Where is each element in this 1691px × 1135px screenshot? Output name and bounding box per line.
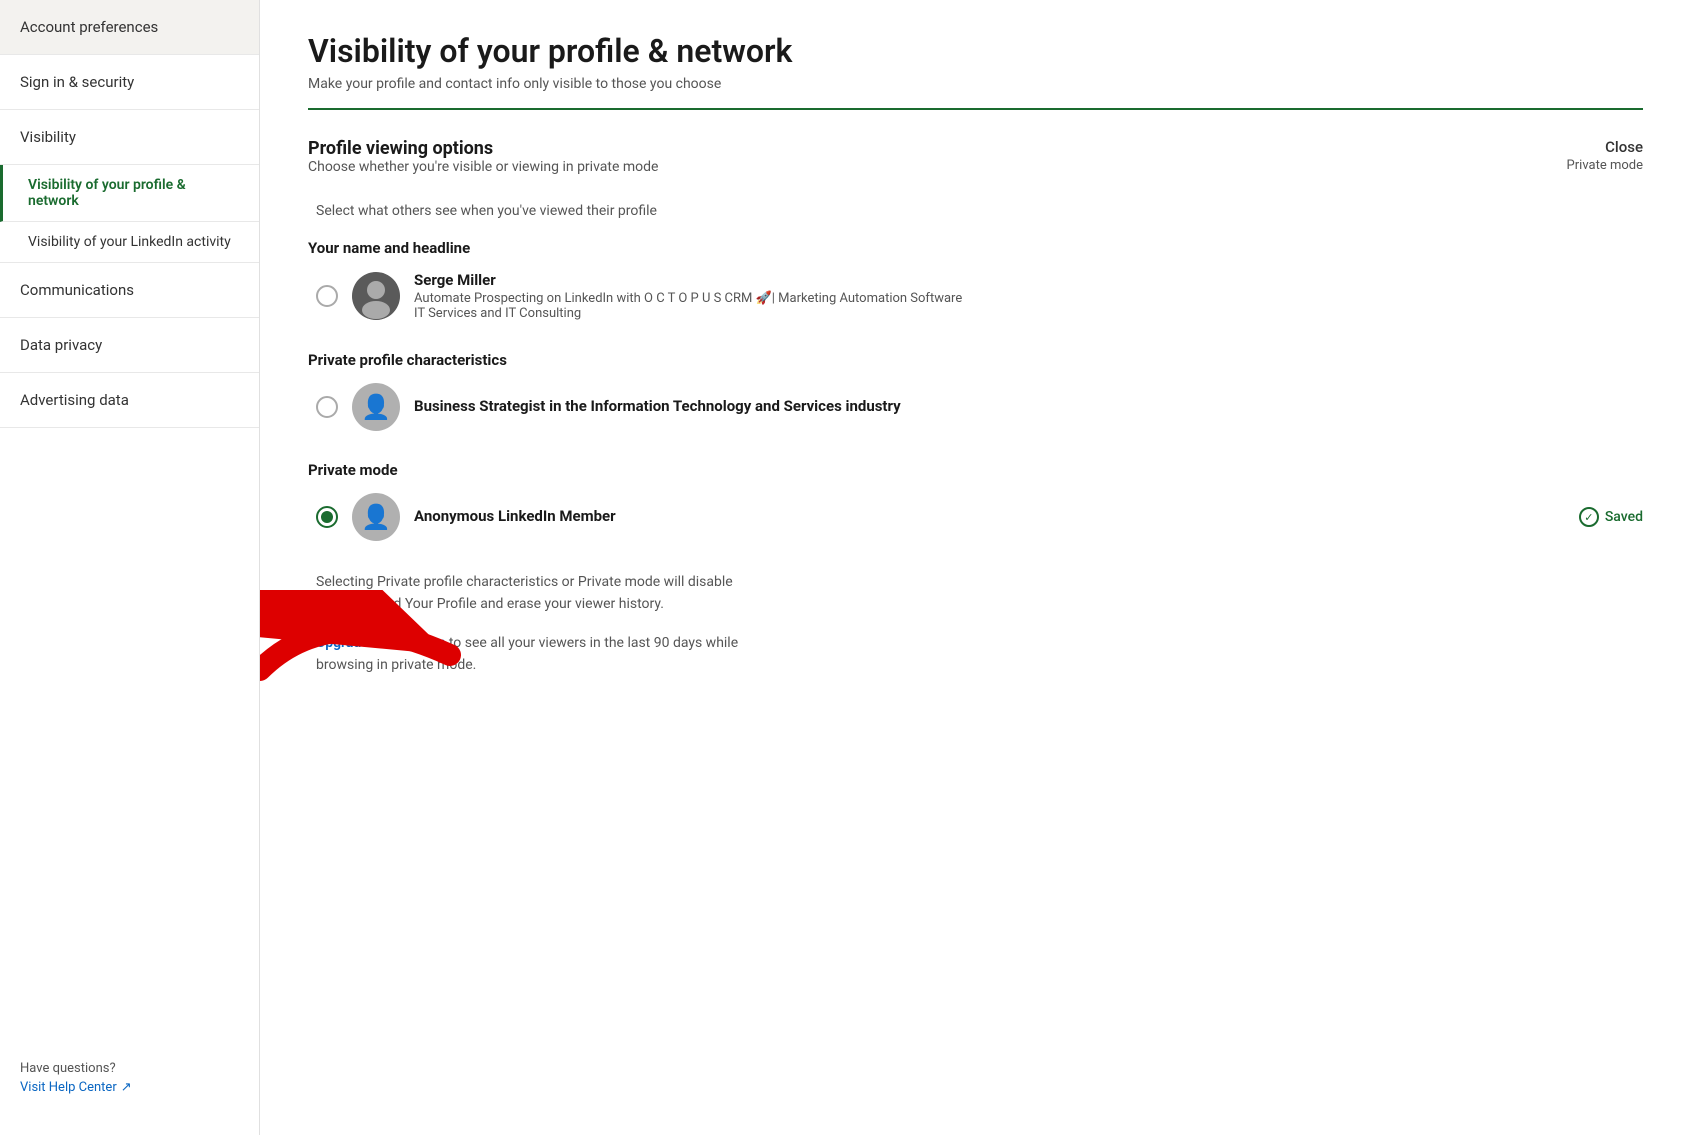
option-group-title-1: Your name and headline: [308, 239, 1643, 257]
sidebar-item-account-preferences[interactable]: Account preferences: [0, 0, 259, 55]
sidebar-footer: Have questions? Visit Help Center ↗: [0, 1041, 259, 1115]
sidebar-item-label: Sign in & security: [20, 73, 134, 91]
main-content: Visibility of your profile & network Mak…: [260, 0, 1691, 1135]
avatar-name-headline: [352, 272, 400, 320]
sidebar-item-visibility[interactable]: Visibility: [0, 110, 259, 165]
option-group-title-3: Private mode: [308, 461, 1643, 479]
help-link-label: Visit Help Center: [20, 1080, 117, 1095]
person-icon: 👤: [361, 393, 391, 421]
sidebar-item-label: Account preferences: [20, 18, 158, 36]
saved-label: Saved: [1605, 509, 1643, 525]
have-questions-text: Have questions?: [20, 1061, 239, 1076]
option-text-name-headline: Serge Miller Automate Prospecting on Lin…: [414, 271, 1643, 321]
section-divider: [308, 108, 1643, 110]
close-subtitle: Private mode: [1567, 158, 1643, 173]
select-label: Select what others see when you've viewe…: [308, 203, 1643, 219]
section-desc: Choose whether you're visible or viewing…: [308, 159, 658, 175]
option-row-private-characteristics[interactable]: 👤 Business Strategist in the Information…: [308, 383, 1643, 431]
option-row-name-headline[interactable]: Serge Miller Automate Prospecting on Lin…: [308, 271, 1643, 321]
upgrade-premium-link[interactable]: Upgrade to Premium: [316, 635, 445, 651]
upgrade-text: Upgrade to Premium to see all your viewe…: [308, 632, 988, 677]
sidebar-item-label: Visibility of your profile & network: [28, 177, 186, 209]
option-group-private-mode: Private mode 👤 Anonymous LinkedIn Member…: [308, 461, 1643, 541]
sidebar-item-label: Advertising data: [20, 391, 129, 409]
section-header-row: Profile viewing options Choose whether y…: [308, 138, 1643, 195]
external-link-icon: ↗: [121, 1080, 132, 1095]
option-group-private-characteristics: Private profile characteristics 👤 Busine…: [308, 351, 1643, 431]
saved-check-icon: ✓: [1579, 507, 1599, 527]
page-title: Visibility of your profile & network: [308, 32, 1643, 70]
section-title: Profile viewing options: [308, 138, 658, 159]
section-title-area: Profile viewing options Choose whether y…: [308, 138, 658, 195]
visit-help-center-link[interactable]: Visit Help Center ↗: [20, 1080, 239, 1095]
sidebar-item-label: Communications: [20, 281, 134, 299]
sidebar-item-advertising-data[interactable]: Advertising data: [0, 373, 259, 428]
close-button[interactable]: Close: [1567, 138, 1643, 156]
radio-private-characteristics[interactable]: [316, 396, 338, 418]
avatar-private-characteristics: 👤: [352, 383, 400, 431]
sidebar-item-label: Visibility: [20, 128, 76, 146]
option-text-private-characteristics: Business Strategist in the Information T…: [414, 397, 1643, 417]
radio-private-mode[interactable]: [316, 506, 338, 528]
sidebar-item-sign-in-security[interactable]: Sign in & security: [0, 55, 259, 110]
option-name-serge-miller: Serge Miller: [414, 271, 1643, 289]
option-text-private-mode: Anonymous LinkedIn Member: [414, 507, 1565, 527]
saved-badge: ✓ Saved: [1579, 507, 1643, 527]
option-group-name-headline: Your name and headline Serge Miller Auto…: [308, 239, 1643, 321]
footer-note: Selecting Private profile characteristic…: [308, 571, 988, 616]
option-row-private-mode[interactable]: 👤 Anonymous LinkedIn Member ✓ Saved: [308, 493, 1643, 541]
sidebar-item-visibility-linkedin-activity[interactable]: Visibility of your LinkedIn activity: [0, 222, 259, 263]
close-btn-area: Close Private mode: [1567, 138, 1643, 173]
page-subtitle: Make your profile and contact info only …: [308, 76, 1643, 92]
sidebar-item-data-privacy[interactable]: Data privacy: [0, 318, 259, 373]
sidebar-item-label: Data privacy: [20, 336, 102, 354]
person-icon-2: 👤: [361, 503, 391, 531]
sidebar-item-visibility-profile-network[interactable]: Visibility of your profile & network: [0, 165, 259, 222]
option-group-title-2: Private profile characteristics: [308, 351, 1643, 369]
sidebar-item-communications[interactable]: Communications: [0, 263, 259, 318]
option-name-business-strategist: Business Strategist in the Information T…: [414, 397, 1643, 415]
option-name-anonymous: Anonymous LinkedIn Member: [414, 507, 1565, 525]
sidebar-item-label: Visibility of your LinkedIn activity: [28, 234, 231, 250]
option-desc-serge-miller: Automate Prospecting on LinkedIn with O …: [414, 291, 1643, 321]
sidebar: Account preferences Sign in & security V…: [0, 0, 260, 1135]
avatar-private-mode: 👤: [352, 493, 400, 541]
radio-name-headline[interactable]: [316, 285, 338, 307]
